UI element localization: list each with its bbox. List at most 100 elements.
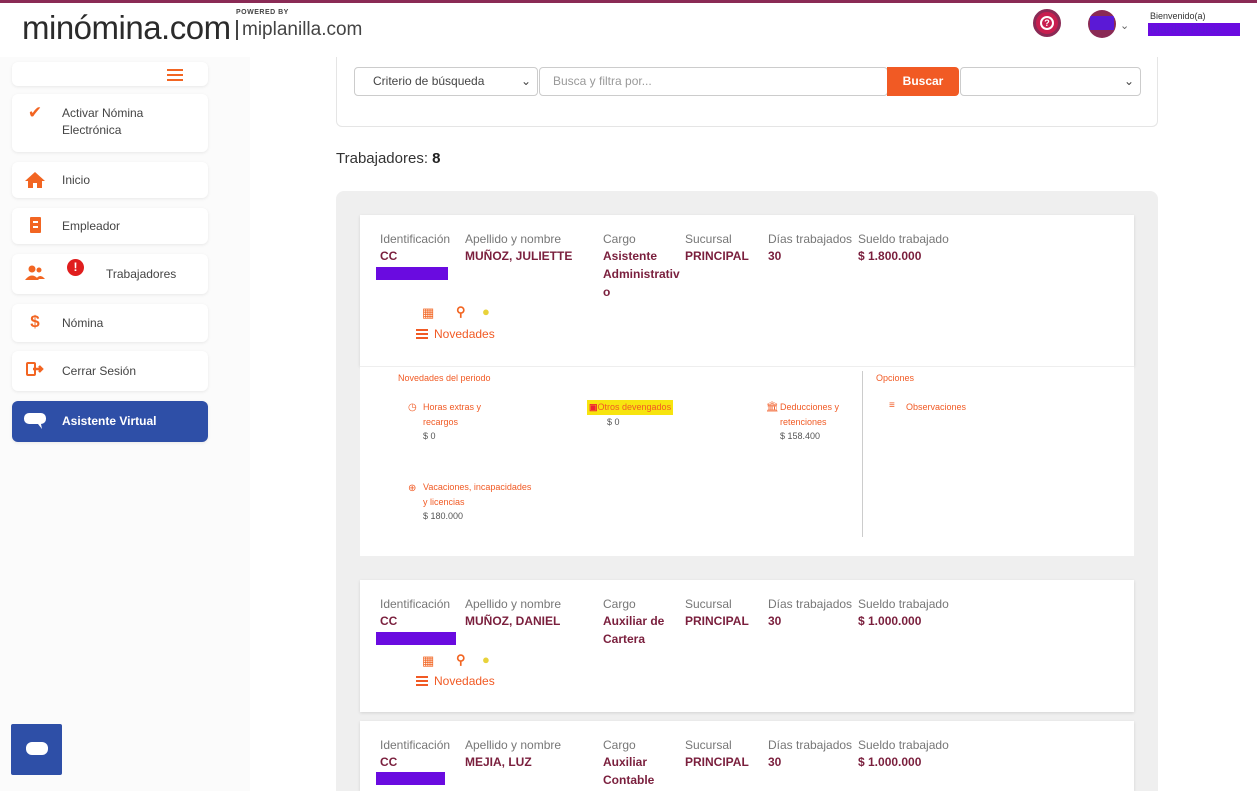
sidebar-toggle-bar (12, 62, 208, 86)
user-icon[interactable]: ● (482, 304, 490, 319)
novedades-link[interactable]: Novedades (416, 674, 495, 688)
deducciones-link[interactable]: Deducciones y (780, 400, 839, 415)
powered-brand-logo: miplanilla.com (236, 20, 362, 40)
avatar-image (1090, 16, 1114, 30)
worker-id-redacted (376, 267, 448, 280)
filter-select[interactable]: ⌄ (960, 67, 1141, 96)
novedades-label: Novedades (434, 674, 495, 688)
deducciones-amount: $ 158.400 (780, 431, 821, 441)
welcome-label: Bienvenido(a) (1150, 11, 1206, 21)
section-divider (862, 371, 863, 537)
home-icon (25, 172, 45, 188)
sidebar-item-label: Empleador (62, 219, 121, 233)
help-button[interactable]: ? (1033, 9, 1061, 37)
criteria-select[interactable]: Criterio de búsqueda ⌄ (354, 67, 538, 96)
sidebar-item-label: Cerrar Sesión (62, 364, 137, 378)
worker-dias: 30 (768, 755, 782, 769)
col-nombre: Apellido y nombre (465, 738, 562, 752)
bank-icon: 🏛 (766, 402, 779, 413)
search-input[interactable]: Busca y filtra por... (539, 67, 888, 96)
worker-cargo: o (603, 285, 611, 299)
logo[interactable]: minómina.com (22, 9, 231, 47)
worker-cargo: Auxiliar (603, 755, 648, 769)
pdf-icon[interactable]: ▦ (422, 305, 434, 321)
search-panel: Criterio de búsqueda ⌄ Busca y filtra po… (336, 57, 1158, 127)
worker-card: Identificación Apellido y nombre Cargo S… (360, 580, 1134, 712)
sidebar-item-label: Electrónica (62, 123, 122, 137)
sidebar-item-asistente-virtual[interactable]: Asistente Virtual (12, 401, 208, 442)
sidebar-item-cerrar-sesion[interactable]: Cerrar Sesión (12, 351, 208, 391)
otros-devengados-amount: $ 0 (607, 417, 620, 427)
sliders-icon (416, 329, 428, 339)
sidebar-item-inicio[interactable]: Inicio (12, 162, 208, 198)
col-identificacion: Identificación (380, 232, 451, 246)
app-header: minómina.com POWERED BY miplanilla.com ?… (0, 3, 1257, 57)
worker-name: MUÑOZ, DANIEL (465, 614, 561, 628)
worker-sucursal: PRINCIPAL (685, 755, 749, 769)
observaciones-link[interactable]: Observaciones (906, 400, 966, 415)
col-nombre: Apellido y nombre (465, 232, 562, 246)
vacaciones-amount: $ 180.000 (423, 511, 464, 521)
search-icon[interactable]: ⚲ (456, 304, 466, 320)
col-cargo: Cargo (603, 597, 636, 611)
vacaciones-link[interactable]: Vacaciones, incapacidades (423, 480, 531, 495)
pdf-icon[interactable]: ▦ (422, 653, 434, 669)
search-icon[interactable]: ⚲ (456, 652, 466, 668)
col-identificacion: Identificación (380, 738, 451, 752)
sidebar-item-empleador[interactable]: Empleador (12, 208, 208, 244)
user-icon[interactable]: ● (482, 652, 490, 667)
sidebar-item-label: Nómina (62, 316, 104, 330)
otros-devengados-label: Otros devengados (597, 402, 672, 412)
list-icon: ≡ (889, 400, 895, 411)
search-button[interactable]: Buscar (887, 67, 959, 96)
novedades-link[interactable]: Novedades (416, 327, 495, 341)
worker-cargo: Cartera (603, 632, 646, 646)
worker-dias: 30 (768, 249, 782, 263)
plus-circle-icon: ⊕ (408, 483, 417, 494)
avatar[interactable] (1088, 10, 1116, 38)
col-sucursal: Sucursal (685, 232, 732, 246)
col-sueldo: Sueldo trabajado (858, 232, 949, 246)
col-sucursal: Sucursal (685, 597, 732, 611)
logout-icon (26, 362, 44, 376)
workers-count: Trabajadores: 8 (336, 150, 441, 167)
user-name: Martha Perez (1148, 23, 1240, 36)
worker-id-redacted (376, 772, 445, 785)
horas-extras-link[interactable]: recargos (423, 415, 458, 430)
horas-extras-link[interactable]: Horas extras y (423, 400, 481, 415)
menu-icon[interactable] (167, 69, 183, 81)
worker-name: MEJIA, LUZ (465, 755, 532, 769)
col-cargo: Cargo (603, 738, 636, 752)
worker-doc-type: CC (380, 755, 398, 769)
worker-id-redacted (376, 632, 456, 645)
chat-assistant-button[interactable] (11, 724, 62, 775)
vacaciones-link[interactable]: y licencias (423, 495, 465, 510)
chevron-down-icon[interactable]: ⌄ (1120, 19, 1129, 32)
worker-sueldo: $ 1.000.000 (858, 614, 922, 628)
col-sueldo: Sueldo trabajado (858, 597, 949, 611)
worker-doc-type: CC (380, 614, 398, 628)
deducciones-link[interactable]: retenciones (780, 415, 827, 430)
chat-icon (26, 742, 48, 755)
col-dias: Días trabajados (768, 738, 853, 752)
col-cargo: Cargo (603, 232, 636, 246)
sidebar-item-nomina[interactable]: $ Nómina (12, 304, 208, 342)
otros-devengados-link[interactable]: ▣Otros devengados (587, 400, 674, 415)
worker-sucursal: PRINCIPAL (685, 614, 749, 628)
dollar-icon: $ (30, 312, 40, 331)
worker-cargo: Asistente (603, 249, 658, 263)
worker-doc-type: CC (380, 249, 398, 263)
worker-cargo: Administrativ (603, 267, 680, 281)
criteria-select-value: Criterio de búsqueda (373, 74, 485, 88)
opciones-title: Opciones (876, 373, 915, 383)
sidebar-item-label: Activar Nómina (62, 106, 144, 120)
sidebar-item-trabajadores[interactable]: ! Trabajadores (12, 254, 208, 294)
users-icon (25, 265, 45, 280)
col-sucursal: Sucursal (685, 738, 732, 752)
worker-cargo: Auxiliar de (603, 614, 665, 628)
worker-cargo: Contable (603, 773, 655, 787)
sidebar-item-activar-nomina[interactable]: ✔ Activar Nómina Electrónica (12, 94, 208, 152)
worker-sucursal: PRINCIPAL (685, 249, 749, 263)
worker-card: Identificación Apellido y nombre Cargo S… (360, 721, 1134, 791)
sidebar-item-label: Trabajadores (106, 267, 177, 281)
